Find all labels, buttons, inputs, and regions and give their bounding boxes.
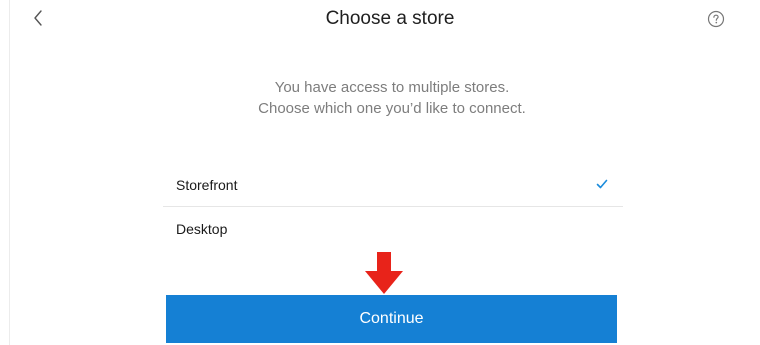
store-option-label: Desktop [176,220,228,237]
instructions-line-1: You have access to multiple stores. [274,79,510,96]
red-down-arrow-icon [365,252,403,294]
checkmark-icon [596,179,608,189]
instructions-line-2: Choose which one you’d like to connect. [258,100,526,117]
store-list: Storefront Desktop [163,163,623,250]
help-button[interactable] [707,10,725,28]
instructions-text: You have access to multiple stores. Choo… [0,77,760,119]
help-circle-icon [707,10,725,28]
page-title: Choose a store [325,8,455,29]
store-option-storefront[interactable]: Storefront [163,163,623,207]
store-option-label: Storefront [176,176,238,193]
continue-button[interactable]: Continue [166,295,617,343]
left-border [9,0,10,345]
choose-store-screen: Choose a store You have access to multip… [0,0,760,345]
store-option-desktop[interactable]: Desktop [163,207,623,250]
